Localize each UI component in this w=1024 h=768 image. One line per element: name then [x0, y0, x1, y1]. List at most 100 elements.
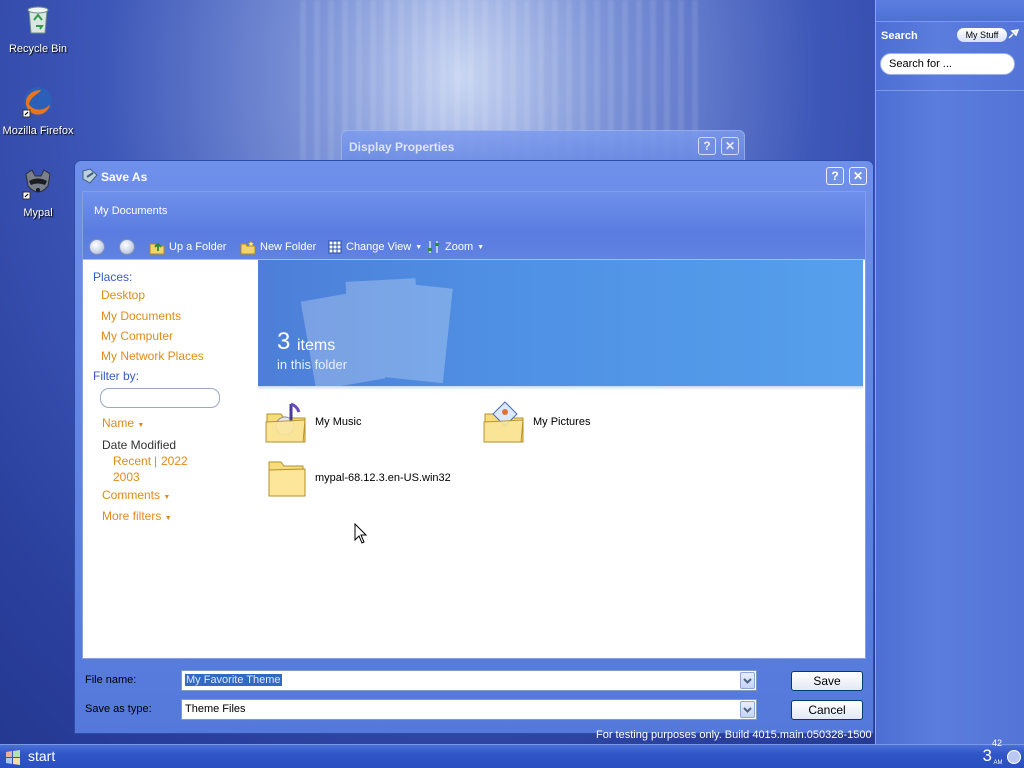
file-name-label: mypal-68.12.3.en-US.win32 [315, 472, 451, 484]
up-folder-icon [149, 242, 165, 255]
dialog-titlebar[interactable]: Save As ? ✕ [75, 161, 873, 191]
chevron-down-icon: ▼ [477, 243, 485, 251]
toolbar: Up a Folder New Folder Change View ▼ Zoo… [83, 236, 865, 258]
chevron-down-icon[interactable] [740, 672, 755, 689]
dialog-close-button[interactable]: ✕ [849, 167, 867, 185]
places-heading: Places: [93, 270, 133, 284]
save-as-type-value: Theme Files [185, 703, 246, 715]
filter-name[interactable]: Name ▼ [102, 416, 144, 430]
back-arrow-icon [89, 239, 105, 255]
cancel-button[interactable]: Cancel [791, 700, 863, 720]
item-count: 3 [277, 328, 291, 355]
desktop-icon-label: Mozilla Firefox [2, 125, 74, 137]
file-item-my-pictures[interactable]: My Pictures [483, 398, 590, 446]
help-button[interactable]: ? [698, 137, 716, 155]
file-name-label: File name: [85, 674, 137, 686]
change-view-label: Change View [346, 241, 412, 253]
file-name-label: My Music [315, 416, 362, 428]
zoom-label: Zoom [445, 241, 474, 253]
places-pane: Places: Desktop My Documents My Computer… [83, 260, 258, 658]
sidebar: Search My Stuff Search for ... [875, 0, 1024, 744]
forward-button[interactable] [119, 238, 135, 256]
clock[interactable]: 342 AM [982, 738, 1003, 766]
save-as-type-select[interactable]: Theme Files [181, 699, 757, 720]
filter-recent[interactable]: Recent [113, 454, 151, 468]
mouse-cursor-icon [354, 523, 368, 544]
place-my-computer[interactable]: My Computer [101, 329, 173, 343]
back-button[interactable] [89, 238, 105, 256]
mypal-icon [22, 169, 51, 200]
new-folder-icon [240, 240, 256, 255]
new-folder-button[interactable]: New Folder [240, 238, 316, 256]
chevron-down-icon: ▼ [163, 494, 171, 501]
place-my-documents[interactable]: My Documents [101, 309, 181, 323]
filter-separator: | [154, 454, 158, 468]
pin-icon[interactable] [1006, 27, 1020, 41]
start-label: start [28, 748, 56, 764]
tray-expand-icon[interactable] [1007, 750, 1021, 764]
address-bar: My Documents Up a Folder New Folder Chan… [83, 192, 865, 260]
folder-banner: 3 items in this folder [258, 260, 863, 386]
file-name-label: My Pictures [533, 416, 591, 428]
up-folder-label: Up a Folder [169, 241, 227, 253]
file-item-mypal-folder[interactable]: mypal-68.12.3.en-US.win32 [265, 456, 451, 500]
close-button[interactable]: ✕ [721, 137, 739, 155]
item-count-subtitle: in this folder [277, 357, 348, 372]
more-filters-label: More filters [102, 509, 162, 523]
desktop-icon-firefox[interactable]: Mozilla Firefox [0, 84, 78, 137]
windows-flag-icon [6, 750, 20, 765]
display-properties-title: Display Properties [349, 140, 455, 154]
sidebar-divider [876, 90, 1024, 91]
chevron-down-icon: ▼ [415, 243, 423, 251]
filter-name-label: Name [102, 416, 135, 430]
music-folder-icon [265, 402, 306, 443]
new-folder-label: New Folder [260, 241, 317, 253]
up-folder-button[interactable]: Up a Folder [149, 238, 226, 256]
dialog-title: Save As [101, 170, 148, 184]
folder-icon [268, 461, 306, 497]
file-list-area: 3 items in this folder My Music My Pictu… [258, 260, 865, 658]
file-name-value: My Favorite Theme [185, 674, 282, 686]
clock-hour: 3 [982, 746, 992, 765]
desktop-icon-recycle-bin[interactable]: Recycle Bin [0, 2, 78, 55]
dialog-help-button[interactable]: ? [826, 167, 844, 185]
sidebar-search-header: Search My Stuff [881, 27, 1020, 45]
grid-view-icon [328, 240, 342, 254]
sidebar-search-input[interactable]: Search for ... [880, 53, 1015, 75]
firefox-icon [22, 87, 52, 118]
filter-year-2022[interactable]: 2022 [161, 454, 188, 468]
save-as-type-label: Save as type: [85, 703, 152, 715]
start-button[interactable]: start [0, 745, 70, 768]
forward-arrow-icon [119, 239, 135, 255]
place-desktop[interactable]: Desktop [101, 288, 145, 302]
clock-ampm: AM [993, 760, 1003, 766]
chevron-down-icon: ▼ [164, 515, 172, 522]
my-stuff-button[interactable]: My Stuff [957, 28, 1007, 42]
filter-comments[interactable]: Comments ▼ [102, 488, 170, 502]
filter-input[interactable] [100, 388, 220, 408]
place-my-network-places[interactable]: My Network Places [101, 349, 204, 363]
build-watermark: For testing purposes only. Build 4015.ma… [596, 729, 872, 741]
pictures-folder-icon [483, 401, 524, 443]
recycle-bin-icon [27, 6, 49, 34]
breadcrumb[interactable]: My Documents [94, 205, 167, 217]
desktop-icon-mypal[interactable]: Mypal [0, 166, 78, 219]
change-view-button[interactable]: Change View ▼ [328, 238, 422, 256]
taskbar: start 342 AM [0, 738, 1024, 768]
file-item-my-music[interactable]: My Music [265, 398, 361, 446]
item-count-label: items [297, 337, 336, 354]
desktop-icon-label: Mypal [23, 207, 53, 219]
filter-comments-label: Comments [102, 488, 161, 502]
desktop-icon-label: Recycle Bin [8, 43, 68, 55]
filter-date-modified: Date Modified [102, 438, 177, 452]
dialog-body: My Documents Up a Folder New Folder Chan… [82, 191, 866, 659]
zoom-slider-icon [428, 241, 439, 253]
banner-divider [258, 386, 863, 390]
save-button[interactable]: Save [791, 671, 863, 691]
chevron-down-icon[interactable] [740, 701, 755, 718]
filter-more-filters[interactable]: More filters ▼ [102, 509, 172, 523]
zoom-button[interactable]: Zoom ▼ [427, 238, 484, 256]
filter-heading: Filter by: [93, 369, 140, 383]
filter-year-2003[interactable]: 2003 [113, 470, 140, 484]
file-name-input[interactable]: My Favorite Theme [181, 670, 757, 691]
